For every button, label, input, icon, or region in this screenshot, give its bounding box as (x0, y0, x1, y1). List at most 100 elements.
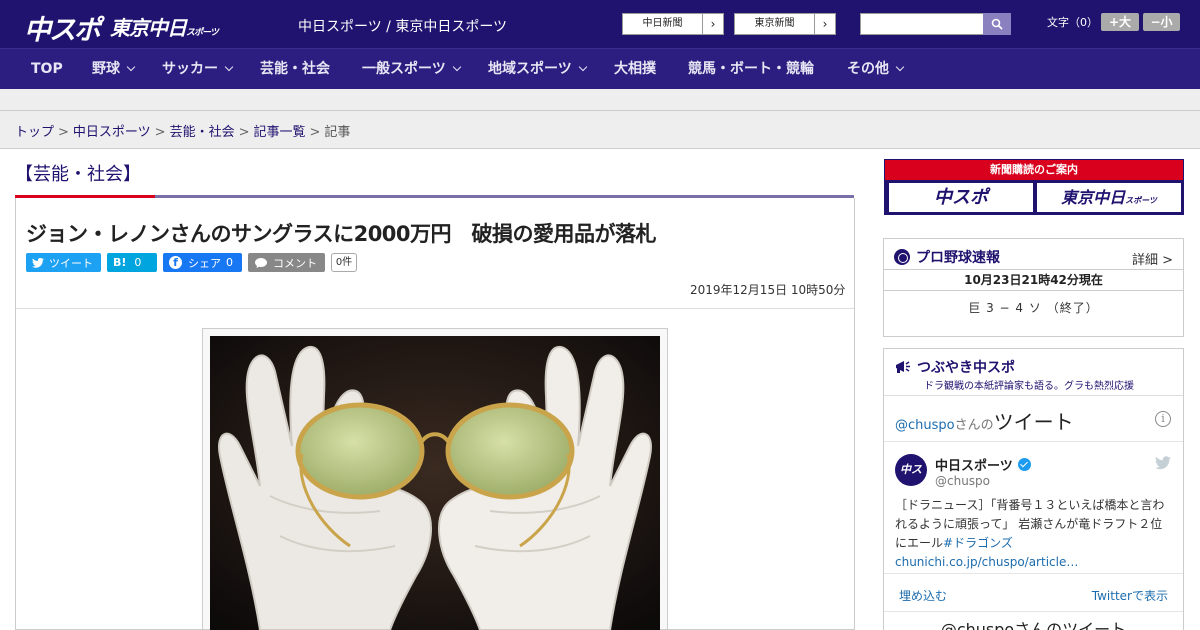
score-result[interactable]: 巨 3 − 4 ソ （終了） (884, 299, 1183, 316)
subscribe-tokyo-small: スポーツ (1125, 196, 1157, 205)
twitter-bird-icon (32, 257, 44, 268)
breadcrumb-top[interactable]: トップ (15, 125, 54, 140)
breadcrumb-separator: > (238, 125, 250, 140)
tokyo-chunichi-logo[interactable]: 東京中日スポーツ (110, 12, 219, 41)
comment-button[interactable]: コメント (248, 253, 325, 272)
subscribe-tokyo-chunichi-button[interactable]: 東京中日スポーツ (1037, 183, 1181, 212)
more-tweets-heading[interactable]: @chuspoさんのツイート (884, 616, 1183, 630)
view-on-twitter-link[interactable]: Twitterで表示 (1092, 587, 1168, 604)
chevron-right-icon: › (710, 17, 716, 31)
nav-soccer[interactable]: サッカー (162, 49, 234, 90)
article-divider (16, 308, 854, 309)
nav-label: 芸能・社会 (260, 61, 330, 77)
twitter-widget-header: つぶやき中スポ ドラ観戦の本紙評論家も語る。グラも熱烈応援 (884, 349, 1183, 395)
sub-bar (0, 89, 1200, 111)
nav-label: 競馬・ボート・競輪 (688, 61, 814, 77)
nav-label: 地域スポーツ (488, 61, 572, 77)
tweet-divider (884, 573, 1183, 574)
chevron-down-icon (126, 62, 136, 72)
site-title: 中日スポーツ / 東京中日スポーツ (298, 19, 508, 35)
nav-general-sports[interactable]: 一般スポーツ (362, 49, 461, 90)
nav-other[interactable]: その他 (847, 49, 905, 90)
nav-top[interactable]: TOP (31, 49, 63, 90)
nav-label: 大相撲 (614, 61, 656, 77)
timeline-heading: @chuspoさんのツイート (895, 406, 1074, 435)
article-photo[interactable] (210, 336, 660, 630)
facebook-share-button[interactable]: f シェア 0 (163, 253, 242, 272)
megaphone-icon (896, 361, 910, 373)
embed-link[interactable]: 埋め込む (899, 587, 947, 604)
breadcrumb-entertainment[interactable]: 芸能・社会 (170, 125, 235, 140)
search-icon (991, 18, 1003, 30)
embedded-timeline: @chuspoさんのツイート i 中スポ 中日スポーツ @chuspo ［ドラニ… (884, 395, 1183, 630)
nav-label: TOP (31, 61, 63, 77)
search-button[interactable] (983, 13, 1011, 35)
tweet-author-handle[interactable]: @chuspo (935, 474, 990, 488)
tweet-author[interactable]: 中日スポーツ (935, 455, 1031, 474)
footer-divider (884, 611, 1183, 612)
subscription-banner[interactable]: 新聞購読のご案内 中スポ 東京中日スポーツ (884, 159, 1184, 215)
nav-sumo[interactable]: 大相撲 (614, 49, 656, 90)
breadcrumb-article-list[interactable]: 記事一覧 (254, 125, 306, 140)
nav-label: サッカー (162, 61, 218, 77)
chunichi-shimbun-label: 中日新聞 (623, 14, 703, 34)
chevron-down-icon (895, 62, 905, 72)
baseball-title-text: プロ野球速報 (916, 250, 1000, 266)
tweet-label: ツイート (49, 256, 93, 270)
tokyo-shimbun-link[interactable]: 東京新聞 › (734, 13, 836, 35)
timeline-tweets-label: ツイート (993, 410, 1074, 434)
tweet-author-name: 中日スポーツ (935, 459, 1013, 474)
nav-racing[interactable]: 競馬・ボート・競輪 (688, 49, 814, 90)
breadcrumb-separator: > (154, 125, 166, 140)
subscribe-chuspo-button[interactable]: 中スポ (889, 183, 1033, 212)
breadcrumb-separator: > (309, 125, 321, 140)
subscription-title: 新聞購読のご案内 (885, 160, 1183, 180)
score-timestamp: 10月23日21時42分現在 (884, 269, 1183, 291)
verified-badge-icon (1017, 458, 1031, 471)
tweet-body: ［ドラニュース］「背番号１３といえば橋本と言われるように頑張って」 岩瀬さんが竜… (895, 496, 1173, 572)
nav-label: 野球 (92, 61, 120, 77)
chevron-down-icon (578, 62, 587, 72)
article-headline: ジョン・レノンさんのサングラスに2000万円 破損の愛用品が落札 (26, 222, 657, 246)
tweet-text: ［ドラニュース］「背番号１３といえば橋本と言われるように頑張って」 岩瀬さんが竜… (895, 498, 1165, 550)
facebook-count: 0 (226, 256, 233, 269)
timeline-handle-suffix: さんの (954, 418, 994, 433)
nav-label: 一般スポーツ (362, 61, 446, 77)
baseball-detail-link[interactable]: 詳細 > (1132, 249, 1173, 268)
font-smaller-button[interactable]: −小 (1143, 13, 1180, 31)
article-datetime: 2019年12月15日 10時50分 (690, 283, 846, 297)
chunichi-shimbun-link[interactable]: 中日新聞 › (622, 13, 724, 35)
speech-bubble-icon (255, 257, 267, 268)
main-nav: TOP 野球 サッカー 芸能・社会 一般スポーツ 地域スポーツ 大相撲 競馬・ボ… (0, 48, 1200, 89)
tweet-button[interactable]: ツイート (26, 253, 101, 272)
chuspo-logo[interactable]: 中スポ (24, 8, 101, 47)
nav-local-sports[interactable]: 地域スポーツ (488, 49, 587, 90)
nav-entertainment[interactable]: 芸能・社会 (260, 49, 330, 90)
timeline-handle[interactable]: @chuspo (895, 418, 955, 433)
chevron-down-icon (452, 62, 461, 72)
breadcrumb: トップ > 中日スポーツ > 芸能・社会 > 記事一覧 > 記事 (15, 121, 350, 140)
search-input[interactable] (860, 13, 983, 35)
info-icon[interactable]: i (1155, 411, 1171, 427)
font-bigger-button[interactable]: +大 (1101, 13, 1139, 31)
category-heading: 【芸能・社会】 (15, 164, 141, 185)
avatar[interactable]: 中スポ (895, 454, 927, 508)
chevron-down-icon (224, 62, 234, 72)
tokyo-logo-small: スポーツ (186, 28, 219, 38)
baseball-score-widget: プロ野球速報 詳細 > 10月23日21時42分現在 巨 3 − 4 ソ （終了… (883, 238, 1184, 337)
twitter-widget-title: つぶやき中スポ (894, 357, 1015, 377)
top-header: 中スポ 東京中日スポーツ 中日スポーツ / 東京中日スポーツ 中日新聞 › 東京… (0, 0, 1200, 48)
font-size-label: 文字（0） (1047, 16, 1098, 29)
hatena-bookmark-button[interactable]: B! 0 (107, 253, 157, 272)
nav-baseball[interactable]: 野球 (92, 49, 136, 90)
breadcrumb-separator: > (58, 125, 69, 140)
chevron-right-icon: › (822, 17, 828, 31)
facebook-icon: f (169, 256, 182, 269)
twitter-bird-icon[interactable] (1155, 456, 1171, 470)
subscribe-tokyo-label: 東京中日 (1061, 188, 1126, 207)
timeline-divider (884, 441, 1183, 442)
breadcrumb-chunichi-sports[interactable]: 中日スポーツ (73, 125, 151, 140)
hatena-label: B! (113, 256, 127, 269)
comment-label: コメント (273, 256, 317, 270)
tokyo-logo-text: 東京中日 (110, 16, 187, 40)
